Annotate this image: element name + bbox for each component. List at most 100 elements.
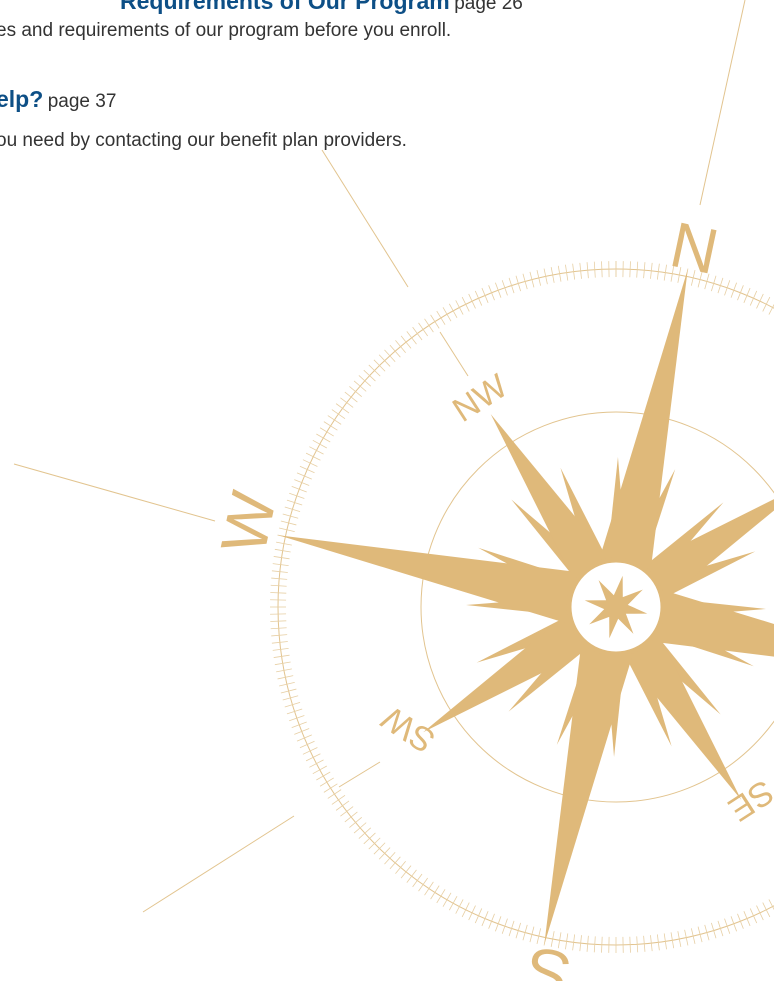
rim-tick bbox=[305, 753, 321, 762]
toc-entry-title: elp? bbox=[0, 86, 44, 112]
rim-tick bbox=[762, 296, 771, 312]
rim-tick bbox=[344, 391, 358, 403]
rim-tick bbox=[302, 747, 318, 755]
toc-entry-requirements[interactable]: Requirements of Our Program page 26 bbox=[120, 0, 523, 15]
rim-tick bbox=[508, 920, 515, 937]
rim-tick bbox=[309, 446, 324, 455]
toc-entry-page: page 26 bbox=[454, 0, 523, 14]
rim-tick bbox=[270, 627, 287, 630]
rim-tick bbox=[461, 902, 470, 918]
rim-tick bbox=[294, 728, 310, 735]
rim-tick bbox=[495, 916, 502, 932]
guide-line-wsw bbox=[142, 815, 295, 913]
rim-tick bbox=[319, 427, 334, 437]
rim-tick bbox=[358, 375, 372, 387]
rim-tick bbox=[309, 759, 324, 768]
rim-tick bbox=[488, 913, 495, 929]
rim-tick bbox=[629, 936, 631, 953]
rim-tick bbox=[294, 479, 310, 486]
rim-tick bbox=[474, 290, 483, 306]
rim-tick bbox=[289, 715, 305, 722]
rim-tick bbox=[406, 869, 417, 883]
rim-tick bbox=[593, 936, 596, 953]
rim-tick bbox=[291, 721, 307, 728]
rim-tick bbox=[270, 592, 287, 594]
rim-tick bbox=[430, 885, 440, 900]
rim-tick bbox=[389, 344, 401, 358]
rim-tick bbox=[468, 905, 476, 921]
rim-tick bbox=[636, 936, 639, 953]
rim-tick bbox=[488, 285, 495, 301]
toc-entry-title: Requirements of Our Program bbox=[120, 0, 450, 14]
rim-tick bbox=[327, 415, 342, 425]
rim-tick bbox=[501, 280, 508, 296]
rim-tick bbox=[412, 873, 423, 888]
rim-tick bbox=[296, 734, 312, 742]
toc-entry-description: ou need by contacting our benefit plan p… bbox=[0, 130, 407, 151]
rim-tick bbox=[424, 318, 434, 333]
rim-tick bbox=[286, 708, 303, 715]
rim-tick bbox=[353, 380, 367, 392]
rim-tick bbox=[749, 908, 758, 924]
compass-label-south: S bbox=[521, 933, 576, 981]
rim-tick bbox=[316, 771, 331, 781]
rim-tick bbox=[331, 795, 346, 805]
rim-tick bbox=[448, 895, 458, 911]
guide-line-nw-inner bbox=[439, 331, 469, 377]
rim-tick bbox=[468, 293, 476, 309]
guide-line-nnw bbox=[321, 149, 409, 288]
rim-tick bbox=[400, 865, 412, 879]
rim-tick bbox=[717, 920, 724, 937]
toc-entry-help[interactable]: elp? page 37 bbox=[0, 86, 116, 113]
rim-tick bbox=[436, 889, 446, 904]
rim-tick bbox=[312, 439, 328, 449]
rim-tick bbox=[389, 856, 401, 870]
rim-tick bbox=[508, 277, 515, 294]
rim-tick bbox=[353, 822, 367, 834]
rim-tick bbox=[412, 326, 423, 341]
rim-tick bbox=[418, 322, 428, 337]
rim-tick bbox=[756, 905, 764, 921]
rim-tick bbox=[291, 486, 307, 493]
rim-tick bbox=[442, 892, 452, 907]
rim-tick bbox=[327, 789, 342, 799]
rim-tick bbox=[316, 433, 331, 443]
compass-label-north: N bbox=[664, 208, 724, 288]
rim-tick bbox=[384, 851, 396, 865]
rim-tick bbox=[384, 349, 396, 363]
rim-tick bbox=[593, 261, 596, 278]
rim-tick bbox=[601, 936, 603, 953]
rim-tick bbox=[296, 472, 312, 480]
guide-line-n bbox=[699, 0, 746, 206]
rim-tick bbox=[302, 459, 318, 467]
guide-line-w bbox=[13, 463, 216, 522]
rim-tick bbox=[737, 913, 744, 929]
rim-tick bbox=[724, 918, 731, 934]
rim-tick bbox=[323, 783, 338, 793]
rim-tick bbox=[730, 282, 737, 298]
rim-tick bbox=[331, 409, 346, 419]
rim-tick bbox=[358, 827, 372, 839]
rim-tick bbox=[461, 296, 470, 312]
rim-tick bbox=[395, 861, 406, 874]
rim-tick bbox=[349, 817, 362, 828]
rim-tick bbox=[737, 285, 744, 301]
rim-tick bbox=[312, 765, 328, 775]
rim-tick bbox=[455, 899, 464, 914]
rim-tick bbox=[749, 290, 758, 306]
rim-tick bbox=[481, 911, 489, 927]
rim-tick bbox=[601, 261, 603, 278]
rim-tick bbox=[474, 908, 483, 924]
rim-tick bbox=[335, 403, 350, 414]
rim-tick bbox=[495, 282, 502, 298]
rim-tick bbox=[762, 902, 771, 918]
rim-tick bbox=[270, 584, 287, 587]
rim-tick bbox=[349, 386, 362, 397]
rim-tick bbox=[724, 280, 731, 296]
rim-tick bbox=[395, 340, 406, 353]
toc-entry-description: es and requirements of our program befor… bbox=[0, 20, 452, 41]
rim-tick bbox=[442, 307, 452, 322]
rim-tick bbox=[730, 916, 737, 932]
rim-tick bbox=[629, 261, 631, 278]
rim-tick bbox=[424, 881, 434, 896]
